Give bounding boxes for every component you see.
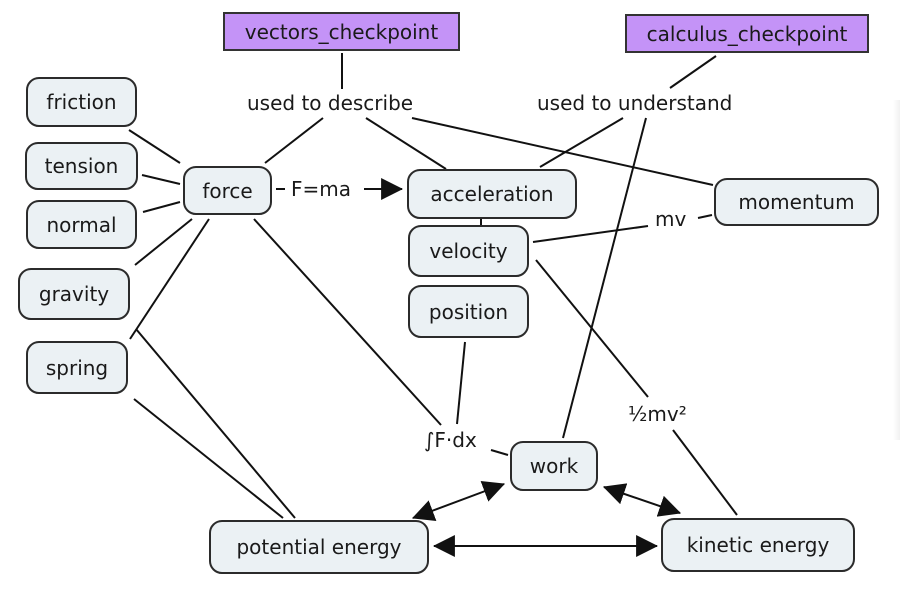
- connector-describe-acceleration: [365, 117, 447, 170]
- connector-gravity-potential: [135, 328, 296, 519]
- connector-describe-force: [264, 117, 324, 164]
- concept-tension[interactable]: tension: [25, 142, 138, 190]
- connector-tension-force: [141, 174, 181, 185]
- connector-halfmv2-kinetic: [672, 429, 738, 516]
- connector-work-kinetic: [602, 483, 682, 517]
- link-label-used-to-describe[interactable]: used to describe: [247, 93, 413, 113]
- connector-normal-force: [142, 201, 181, 213]
- link-label-integral-f-dx[interactable]: ∫F·dx: [424, 430, 477, 450]
- connector-integral-work: [490, 449, 509, 456]
- connector-understand-work: [562, 117, 647, 439]
- link-label-used-to-understand[interactable]: used to understand: [537, 93, 732, 113]
- link-label-mv[interactable]: mv: [655, 209, 686, 229]
- concept-normal[interactable]: normal: [26, 200, 137, 249]
- connector-mv-momentum: [697, 214, 713, 219]
- link-label-half-mv-squared[interactable]: ½mv²: [628, 404, 687, 424]
- concept-work[interactable]: work: [510, 441, 598, 491]
- calculus-checkpoint[interactable]: calculus_checkpoint: [625, 14, 869, 53]
- concept-potential-energy[interactable]: potential energy: [209, 520, 429, 574]
- concept-gravity[interactable]: gravity: [18, 268, 130, 320]
- connector-spring-potential: [133, 398, 284, 519]
- vectors-checkpoint[interactable]: vectors_checkpoint: [223, 12, 460, 51]
- concept-acceleration[interactable]: acceleration: [407, 169, 577, 219]
- concept-kinetic-energy[interactable]: kinetic energy: [661, 518, 855, 572]
- concept-position[interactable]: position: [408, 285, 529, 338]
- connector-position-integral: [456, 341, 466, 425]
- link-label-f-equals-ma[interactable]: F=ma: [291, 179, 351, 199]
- connector-velocity-mv: [532, 225, 649, 243]
- concept-velocity[interactable]: velocity: [408, 225, 529, 277]
- concept-spring[interactable]: spring: [26, 341, 128, 394]
- connector-work-potential: [411, 481, 506, 521]
- connector-velocity-halfmv2: [535, 259, 649, 398]
- concept-friction[interactable]: friction: [26, 77, 137, 127]
- concept-momentum[interactable]: momentum: [714, 178, 879, 226]
- connector-calculus-to-label: [669, 55, 717, 89]
- concept-force[interactable]: force: [183, 166, 272, 215]
- connector-understand-acceleration: [539, 117, 624, 168]
